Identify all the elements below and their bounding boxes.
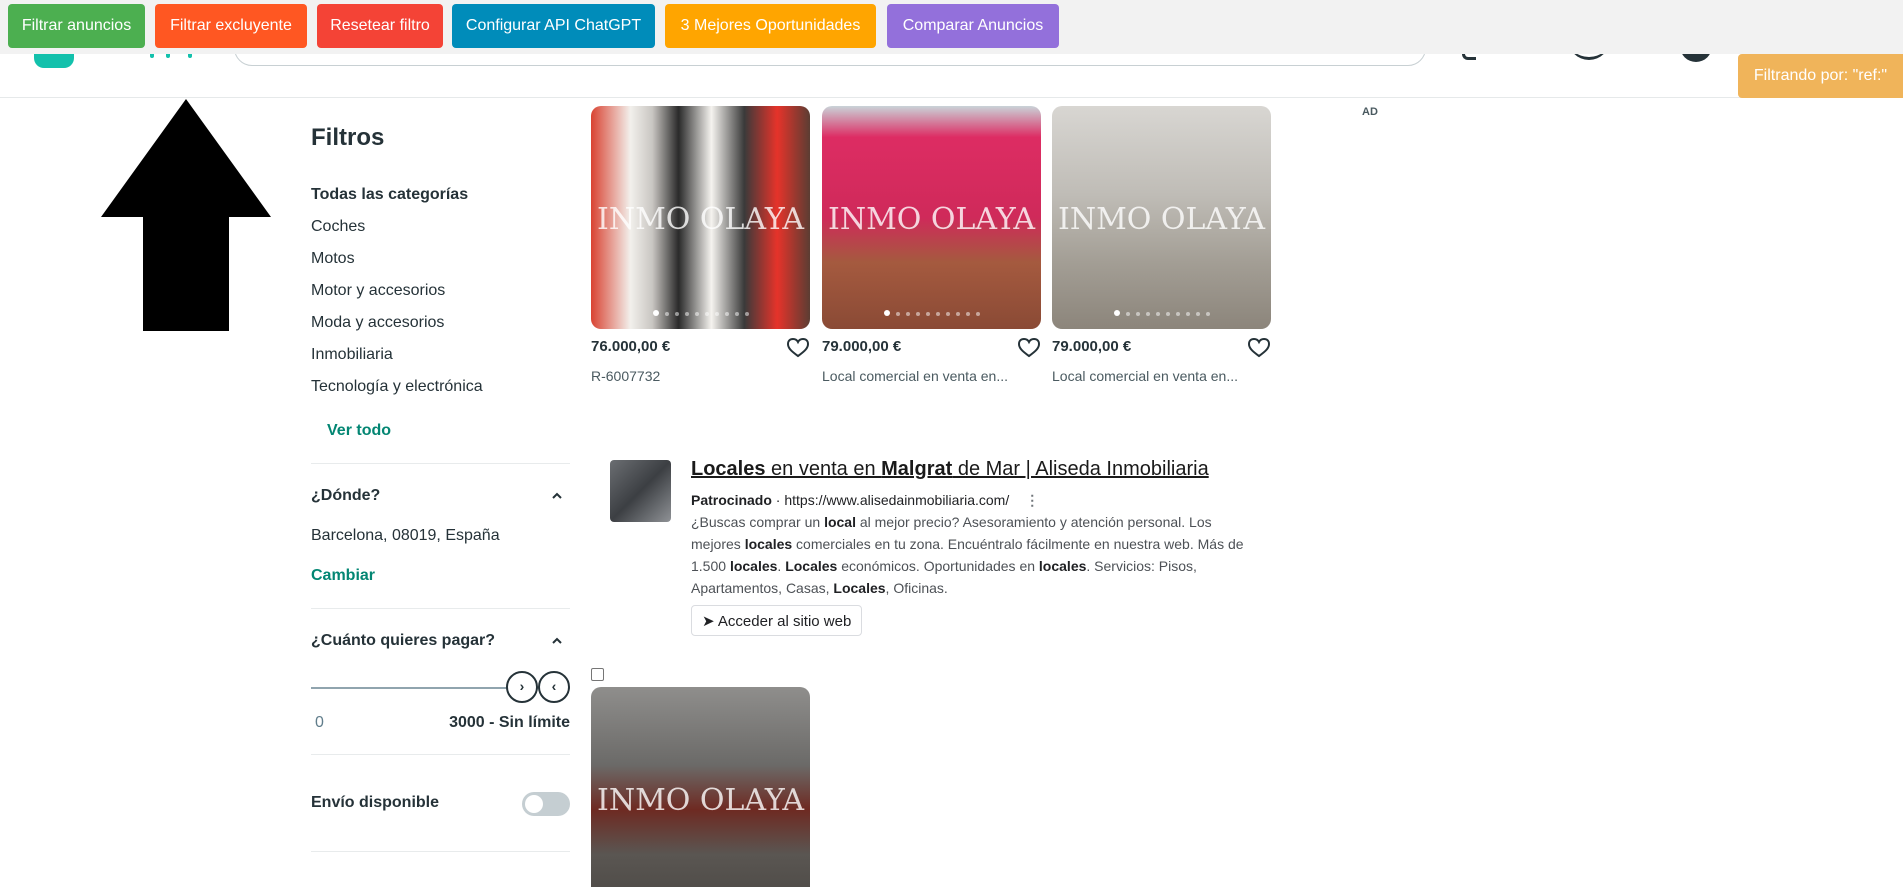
chevron-up-icon[interactable] — [552, 636, 562, 646]
ad-desc-part: económicos. Oportunidades en — [837, 558, 1039, 574]
ad-desc-part: local — [824, 514, 856, 530]
carousel-dots[interactable] — [1052, 303, 1271, 321]
listing-price: 76.000,00 € — [591, 338, 671, 355]
ad-title-link[interactable]: Locales en venta en Malgrat de Mar | Ali… — [691, 458, 1209, 481]
arrow-up-icon — [101, 99, 271, 331]
configure-chatgpt-api-button[interactable]: Configurar API ChatGPT — [452, 4, 655, 48]
ad-description: ¿Buscas comprar un local al mejor precio… — [691, 511, 1251, 599]
ad-desc-part: , Oficinas. — [885, 580, 948, 596]
page: Filtrar anuncios Filtrar excluyente Rese… — [0, 0, 1903, 887]
ad-url[interactable]: https://www.alisedainmobiliaria.com/ — [784, 492, 1009, 508]
price-max-value: 3000 - Sin límite — [449, 714, 570, 731]
price-heading[interactable]: ¿Cuánto quieres pagar? — [311, 632, 495, 650]
listing-title[interactable]: Local comercial en venta en... — [822, 368, 1041, 384]
ad-meta: Patrocinado · https://www.alisedainmobil… — [691, 492, 1040, 509]
listing-price: 79.000,00 € — [1052, 338, 1132, 355]
ad-desc-part: Locales — [833, 580, 886, 596]
reset-filter-button[interactable]: Resetear filtro — [317, 4, 443, 48]
watermark: INMO OLAYA — [1057, 202, 1266, 237]
ad-title-part: en venta en — [765, 458, 882, 480]
filter-ads-button[interactable]: Filtrar anuncios — [8, 4, 145, 48]
category-fashion[interactable]: Moda y accesorios — [311, 314, 444, 332]
toggle-knob — [525, 795, 543, 813]
ad-title-part: de Mar | Aliseda Inmobiliaria — [952, 458, 1209, 480]
best-opportunities-button[interactable]: 3 Mejores Oportunidades — [665, 4, 876, 48]
change-location-link[interactable]: Cambiar — [311, 567, 375, 585]
heart-icon[interactable] — [1018, 338, 1040, 358]
watermark: INMO OLAYA — [596, 783, 805, 818]
category-motor-accessories[interactable]: Motor y accesorios — [311, 282, 445, 300]
shipping-label: Envío disponible — [311, 794, 440, 811]
divider — [311, 754, 570, 755]
listing-image[interactable]: INMO OLAYA — [1052, 106, 1271, 329]
category-real-estate[interactable]: Inmobiliaria — [311, 346, 393, 364]
carousel-dots[interactable] — [822, 303, 1041, 321]
location-heading[interactable]: ¿Dónde? — [311, 487, 380, 505]
ad-desc-part: Locales — [785, 558, 838, 574]
listing-image[interactable]: INMO OLAYA — [822, 106, 1041, 329]
shipping-toggle[interactable] — [522, 792, 570, 816]
ad-desc-part: locales — [744, 536, 793, 552]
listing-title[interactable]: R-6007732 — [591, 368, 810, 384]
listing-price: 79.000,00 € — [822, 338, 902, 355]
listing-title[interactable]: Local comercial en venta en... — [1052, 368, 1271, 384]
category-tech[interactable]: Tecnología y electrónica — [311, 378, 483, 396]
heart-icon[interactable] — [1248, 338, 1270, 358]
visit-site-button[interactable]: ➤ Acceder al sitio web — [691, 605, 863, 636]
watermark: INMO OLAYA — [827, 202, 1036, 237]
chevron-up-icon[interactable] — [552, 491, 562, 501]
compare-ads-button[interactable]: Comparar Anuncios — [887, 4, 1059, 48]
ad-title-part: Malgrat — [881, 458, 953, 480]
ad-desc-part: locales — [729, 558, 778, 574]
ad-desc-part: locales — [1038, 558, 1087, 574]
sponsored-label: Patrocinado — [691, 492, 772, 508]
more-options-icon[interactable]: ⋮ — [1025, 492, 1039, 509]
listing-image[interactable]: INMO OLAYA — [591, 687, 810, 887]
category-motorbikes[interactable]: Motos — [311, 250, 355, 268]
divider — [311, 463, 570, 464]
ad-desc-part: ¿Buscas comprar un — [691, 514, 825, 530]
filter-status-badge: Filtrando por: "ref:" — [1738, 54, 1903, 98]
watermark: INMO OLAYA — [596, 202, 805, 237]
price-slider-min-handle[interactable]: › — [506, 671, 538, 703]
ad-label: AD — [1362, 106, 1378, 118]
carousel-dots[interactable] — [591, 303, 810, 321]
location-value: Barcelona, 08019, España — [311, 527, 500, 544]
heart-icon[interactable] — [787, 338, 809, 358]
divider — [311, 851, 570, 852]
compare-checkbox[interactable] — [591, 668, 604, 681]
ad-title-part: Locales — [691, 458, 766, 480]
category-cars[interactable]: Coches — [311, 218, 365, 236]
extension-toolbar: Filtrar anuncios Filtrar excluyente Rese… — [0, 0, 1903, 54]
exclusive-filter-button[interactable]: Filtrar excluyente — [155, 4, 307, 48]
price-min-value: 0 — [315, 714, 324, 731]
filters-title: Filtros — [311, 124, 385, 151]
price-slider-max-handle[interactable]: ‹ — [538, 671, 570, 703]
ad-thumbnail[interactable] — [610, 460, 671, 522]
see-all-categories-link[interactable]: Ver todo — [327, 422, 391, 440]
listing-image[interactable]: INMO OLAYA — [591, 106, 810, 329]
divider — [311, 608, 570, 609]
category-all[interactable]: Todas las categorías — [311, 186, 468, 204]
